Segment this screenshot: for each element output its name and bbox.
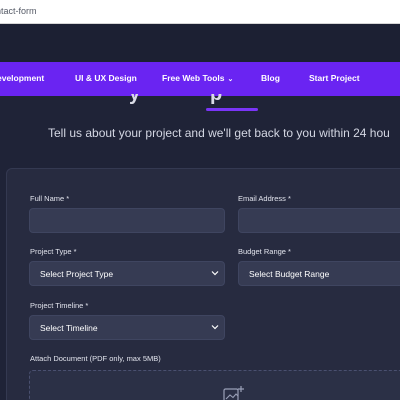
page-subtitle: Tell us about your project and we'll get…	[48, 126, 390, 140]
nav-item-development[interactable]: evelopment	[0, 73, 44, 83]
project-type-label: Project Type *	[30, 247, 77, 256]
timeline-select[interactable]: Select Timeline	[29, 315, 225, 340]
header-area	[0, 24, 400, 62]
nav-item-ui-ux-design[interactable]: UI & UX Design	[75, 73, 137, 83]
hero-title-clipped: y p	[125, 94, 295, 104]
title-underline	[206, 108, 258, 111]
attach-document-label: Attach Document (PDF only, max 5MB)	[30, 354, 161, 363]
full-name-input[interactable]	[29, 208, 225, 233]
email-input[interactable]	[238, 208, 400, 233]
timeline-label: Project Timeline *	[30, 301, 89, 310]
hero-title-fragment: y	[129, 94, 140, 104]
budget-label: Budget Range *	[238, 247, 291, 256]
budget-select[interactable]: Select Budget Range	[238, 261, 400, 286]
project-type-value: Select Project Type	[40, 269, 114, 279]
chevron-down-icon: ⌄	[227, 76, 234, 83]
nav-item-start-project[interactable]: Start Project	[309, 73, 360, 83]
full-name-label: Full Name *	[30, 194, 70, 203]
main-nav: evelopment UI & UX Design Free Web Tools…	[0, 62, 400, 96]
file-dropzone[interactable]	[29, 370, 400, 400]
timeline-value: Select Timeline	[40, 323, 98, 333]
hero-title-fragment: p	[210, 94, 222, 104]
address-url[interactable]: ntact-form	[0, 6, 37, 16]
image-add-icon	[223, 386, 244, 400]
chevron-down-icon	[211, 271, 219, 276]
project-type-select[interactable]: Select Project Type	[29, 261, 225, 286]
nav-item-free-web-tools-label: Free Web Tools	[162, 73, 225, 83]
nav-item-blog[interactable]: Blog	[261, 73, 280, 83]
chevron-down-icon	[211, 325, 219, 330]
nav-item-free-web-tools[interactable]: Free Web Tools ⌄	[162, 73, 233, 83]
email-label: Email Address *	[238, 194, 291, 203]
budget-value: Select Budget Range	[249, 269, 330, 279]
browser-address-bar[interactable]: ntact-form	[0, 0, 400, 24]
